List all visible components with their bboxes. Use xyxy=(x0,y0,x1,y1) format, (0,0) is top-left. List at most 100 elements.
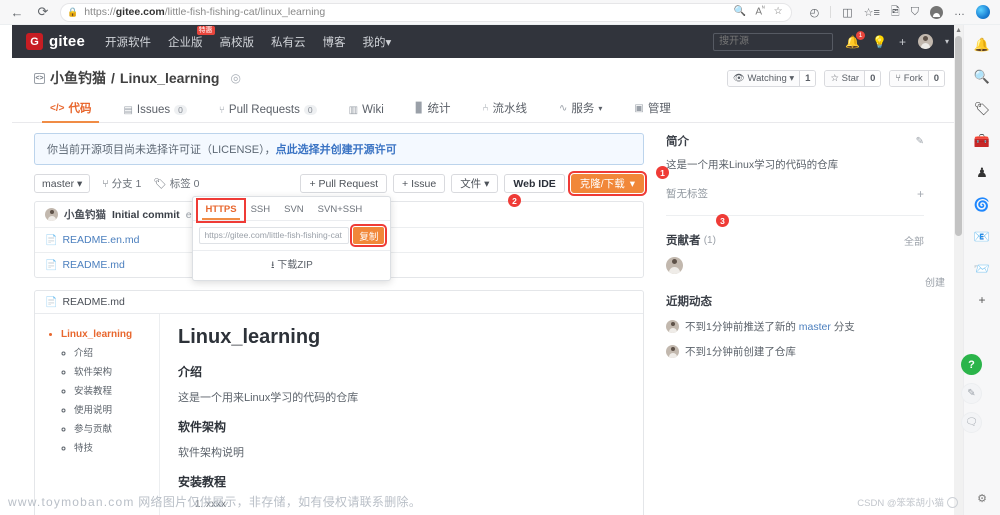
branch-icon: ⑂ xyxy=(102,177,109,190)
nav-item-opensource[interactable]: 开源软件 xyxy=(105,34,151,50)
split-screen-icon[interactable]: ◫ xyxy=(842,6,852,19)
breadcrumb-separator: / xyxy=(111,70,115,86)
watermark-seal-icon xyxy=(947,496,958,508)
new-issue-button[interactable]: + Issue xyxy=(393,174,446,193)
web-ide-button[interactable]: Web IDE xyxy=(504,174,565,193)
clone-tab-ssh[interactable]: SSH xyxy=(245,201,277,220)
commit-author[interactable]: 小鱼钓猫 xyxy=(64,207,106,222)
briefcase-icon[interactable]: 🧰 xyxy=(974,133,990,149)
breadcrumb-owner[interactable]: 小鱼钓猫 xyxy=(50,68,106,88)
read-aloud-icon[interactable]: Aᴺ xyxy=(755,6,764,17)
fork-button-group[interactable]: ⑂ Fork 0 xyxy=(889,69,945,87)
outlook-icon[interactable]: 📧 xyxy=(974,229,990,245)
toc-item-root[interactable]: Linux_learning xyxy=(61,329,153,340)
user-avatar[interactable] xyxy=(917,34,933,49)
settings-more-icon[interactable]: … xyxy=(954,6,965,18)
tab-stats[interactable]: ▊ 统计 xyxy=(400,96,467,122)
clone-tab-svn-ssh[interactable]: SVN+SSH xyxy=(312,201,369,220)
toc-item-install[interactable]: 安装教程 xyxy=(74,383,153,397)
download-zip-button[interactable]: ⭳ 下载ZIP xyxy=(193,250,391,280)
copilot-page-icon[interactable]: ◴ xyxy=(810,6,820,19)
tab-manage[interactable]: ▣ 管理 xyxy=(618,96,686,122)
search-icon[interactable]: 🔍 xyxy=(974,69,990,85)
bell-icon[interactable]: 🔔 xyxy=(974,37,990,53)
back-button[interactable]: ← xyxy=(6,2,28,22)
avatar xyxy=(666,345,679,358)
chevron-down-icon: ▾ xyxy=(629,177,635,190)
refresh-button[interactable]: ⟳ xyxy=(32,2,54,22)
browser-essentials-icon[interactable]: 🖻 xyxy=(891,3,900,22)
search-icon[interactable]: 🔍 xyxy=(734,6,746,17)
clone-url-input[interactable]: https://gitee.com/little-fish-fishing-ca… xyxy=(199,227,350,244)
license-create-link[interactable]: 点此选择并创建开源许可 xyxy=(276,144,397,156)
toc-item-architecture[interactable]: 软件架构 xyxy=(74,364,153,378)
toc-item-features[interactable]: 特技 xyxy=(74,440,153,454)
contributor-avatar[interactable] xyxy=(666,257,683,274)
chevron-down-icon: ▾ xyxy=(598,103,603,113)
nav-item-education[interactable]: 高校版 xyxy=(220,34,255,50)
toc-item-intro[interactable]: 介绍 xyxy=(74,345,153,359)
tag-icon[interactable]: 🏷 xyxy=(974,101,991,117)
tab-issues[interactable]: ▤ Issues 0 xyxy=(107,100,202,122)
contributors-all-link[interactable]: 全部 xyxy=(904,233,924,248)
add-icon[interactable]: + xyxy=(978,293,985,307)
chat-icon[interactable]: 🗨 xyxy=(961,412,982,433)
tab-pull-requests[interactable]: ⑂ Pull Requests 0 xyxy=(203,100,333,122)
nav-item-enterprise[interactable]: 企业版 特惠 xyxy=(168,25,215,50)
watch-button-group[interactable]: 👁 Watching ▾ 1 xyxy=(726,69,817,87)
copy-button[interactable]: 复制 xyxy=(350,224,388,247)
download-icon: ⭳ xyxy=(271,260,275,271)
branch-selector[interactable]: master ▾ xyxy=(34,174,91,193)
star-button[interactable]: ☆ Star xyxy=(825,70,865,86)
copilot-icon[interactable] xyxy=(976,5,990,19)
watermark-csdn-text: CSDN @笨笨胡小猫 xyxy=(857,498,944,509)
profile-avatar[interactable] xyxy=(930,5,943,19)
commit-message[interactable]: Initial commit xyxy=(112,209,180,221)
sidebar-settings-icon[interactable]: ⚙ xyxy=(977,492,987,505)
telegram-icon[interactable]: 📨 xyxy=(974,261,990,277)
scroll-up-arrow[interactable]: ▲ xyxy=(955,27,962,34)
activity-branch-link[interactable]: master xyxy=(799,321,831,333)
create-link[interactable]: 创建 xyxy=(925,274,945,289)
tags-count[interactable]: 🏷 标签 0 xyxy=(153,176,199,191)
avatar-chevron-icon[interactable]: ▾ xyxy=(945,37,949,46)
left-column: 你当前开源项目尚未选择许可证（LICENSE），点此选择并创建开源许可 mast… xyxy=(12,123,652,515)
repo-toolbar: master ▾ ⑂ 分支 1 🏷 标签 0 + Pull Request + Is… xyxy=(34,171,648,281)
fork-button[interactable]: ⑂ Fork xyxy=(890,70,928,86)
toc-item-usage[interactable]: 使用说明 xyxy=(74,402,153,416)
feedback-icon[interactable]: ✎ xyxy=(961,383,982,404)
tab-wiki[interactable]: ▥ Wiki xyxy=(333,100,400,122)
nav-item-privatecloud[interactable]: 私有云 xyxy=(271,34,306,50)
chess-icon[interactable]: ♟ xyxy=(976,165,988,181)
clone-tab-svn[interactable]: SVN xyxy=(278,201,310,220)
breadcrumb-repo[interactable]: Linux_learning xyxy=(120,70,220,86)
lightbulb-icon[interactable]: 💡 xyxy=(872,35,887,49)
gitee-logo[interactable]: G gitee xyxy=(26,33,85,50)
page-scrollbar-thumb[interactable] xyxy=(955,36,962,236)
tab-pipeline[interactable]: ⑃ 流水线 xyxy=(466,96,543,122)
files-menu-button[interactable]: 文件 ▾ xyxy=(451,174,499,193)
tab-code[interactable]: </> 代码 xyxy=(34,96,107,123)
photos-icon[interactable]: 🌀 xyxy=(974,197,990,213)
clone-tab-https[interactable]: HTTPS xyxy=(196,198,246,223)
watch-button[interactable]: 👁 Watching ▾ xyxy=(727,70,800,86)
favorite-icon[interactable]: ☆ xyxy=(774,6,783,17)
address-bar[interactable]: 🔒 https://gitee.com/little-fish-fishing-… xyxy=(60,2,792,22)
new-pull-request-button[interactable]: + Pull Request xyxy=(300,174,388,193)
nav-item-blog[interactable]: 博客 xyxy=(323,34,346,50)
tab-service[interactable]: ∿ 服务 ▾ xyxy=(543,96,618,122)
clone-download-button[interactable]: 克隆/下载 ▾ xyxy=(567,171,648,196)
nav-search-input[interactable] xyxy=(713,32,834,51)
notifications-bell-icon[interactable]: 🔔 1 xyxy=(845,30,866,49)
extensions-icon[interactable]: ⛉ xyxy=(911,6,919,19)
add-new-icon[interactable]: + xyxy=(899,35,906,49)
branches-count[interactable]: ⑂ 分支 1 xyxy=(102,176,141,191)
toc-item-contribute[interactable]: 参与贡献 xyxy=(74,421,153,435)
collections-icon[interactable]: ☆≡ xyxy=(864,6,880,19)
edit-icon[interactable]: ✎ xyxy=(916,136,924,147)
nav-item-mine[interactable]: 我的▾ xyxy=(363,34,392,50)
help-icon[interactable]: ? xyxy=(961,354,982,375)
star-button-group[interactable]: ☆ Star 0 xyxy=(824,69,882,87)
annotation-badge-3: 3 xyxy=(716,214,729,227)
add-tag-icon[interactable]: + xyxy=(917,187,924,201)
